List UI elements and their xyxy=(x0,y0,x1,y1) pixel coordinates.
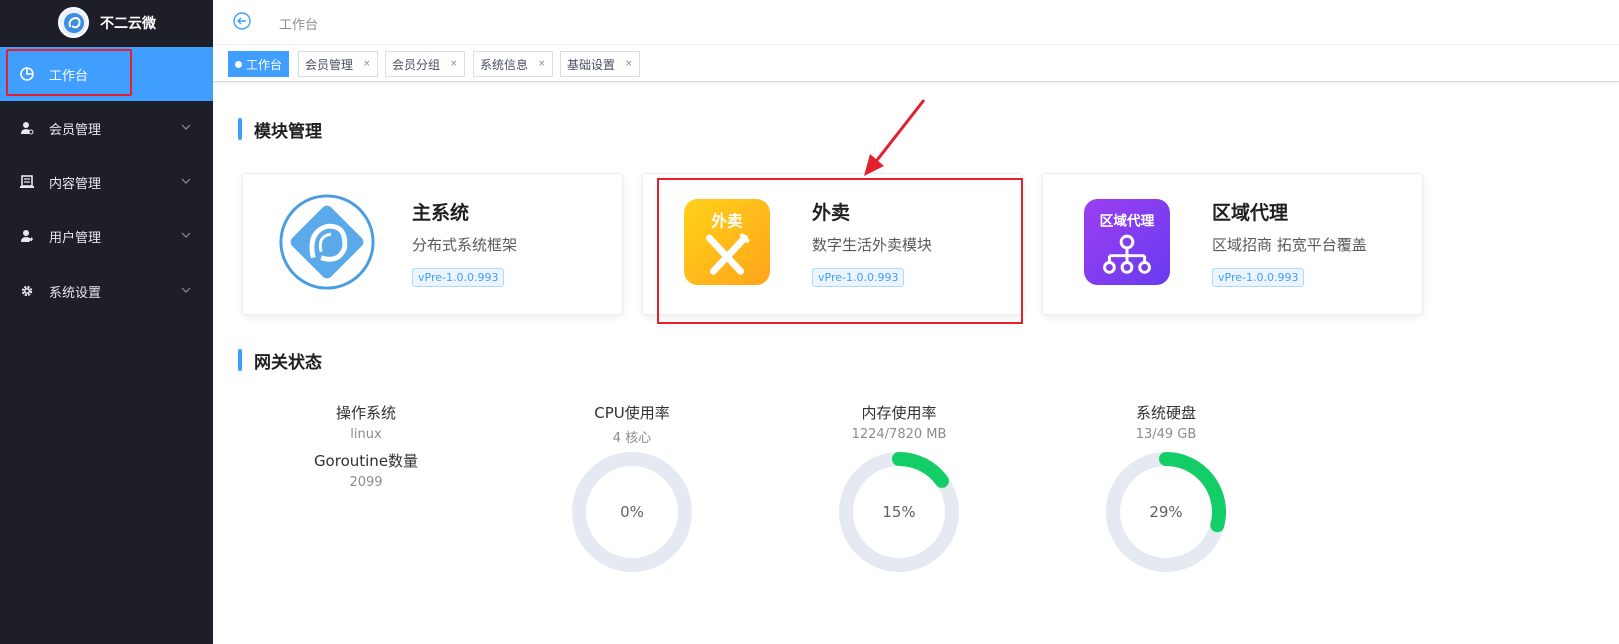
stat-value: linux xyxy=(350,427,382,442)
user-icon xyxy=(19,229,34,244)
sidebar-item-label: 工作台 xyxy=(49,68,89,84)
gauge-percent-label: 15% xyxy=(882,503,916,521)
module-description: 数字生活外卖模块 xyxy=(812,236,933,254)
stat-label: 系统硬盘 xyxy=(1135,404,1196,422)
sidebar-item-label: 系统设置 xyxy=(49,285,102,301)
title-accent-bar xyxy=(238,349,242,371)
tabs-bar: 工作台 会员管理 × 会员分组 × 系统信息 × 基础设置 × xyxy=(213,46,1619,82)
memory-gauge: 15% xyxy=(837,450,961,574)
sidebar-item-users[interactable]: 用户管理 xyxy=(0,209,213,263)
tab-label: 系统信息 xyxy=(480,57,529,72)
stat-label: 内存使用率 xyxy=(861,404,937,422)
sidebar-item-members[interactable]: 会员管理 xyxy=(0,101,213,155)
cpu-gauge: 0% xyxy=(570,450,694,574)
chevron-down-icon xyxy=(181,287,191,293)
tab-system-info[interactable]: 系统信息 × xyxy=(473,51,553,77)
module-description: 分布式系统框架 xyxy=(412,236,518,254)
module-card-main-system[interactable]: 主系统 分布式系统框架 vPre-1.0.0.993 xyxy=(242,173,623,315)
stat-value: 13/49 GB xyxy=(1135,427,1197,442)
sidebar-item-label: 内容管理 xyxy=(49,176,102,192)
takeaway-icon-text: 外卖 xyxy=(711,211,743,230)
stat-value: 2099 xyxy=(349,475,383,490)
module-name: 区域代理 xyxy=(1212,202,1289,224)
close-icon[interactable]: × xyxy=(625,59,633,69)
stat-value: 4 核心 xyxy=(612,431,652,446)
member-icon xyxy=(19,121,34,136)
chevron-down-icon xyxy=(181,178,191,184)
back-arrow-icon[interactable] xyxy=(233,12,251,30)
tab-label: 会员管理 xyxy=(305,57,354,72)
region-agent-icon-text: 区域代理 xyxy=(1100,212,1155,229)
app-name: 不二云微 xyxy=(100,15,156,32)
sidebar-item-dashboard[interactable]: 工作台 xyxy=(0,47,213,101)
module-version-tag: vPre-1.0.0.993 xyxy=(412,268,505,287)
sidebar: 不二云微 工作台 会员管理 内容管理 用户管理 系统设置 xyxy=(0,0,213,644)
disk-gauge: 29% xyxy=(1104,450,1228,574)
stat-value: 1224/7820 MB xyxy=(851,427,947,442)
active-dot-icon xyxy=(235,60,242,68)
sidebar-item-label: 会员管理 xyxy=(49,122,102,138)
sidebar-item-content[interactable]: 内容管理 xyxy=(0,155,213,209)
gauge-percent-label: 29% xyxy=(1149,503,1183,521)
top-header: 工作台 xyxy=(213,0,1619,45)
tab-dashboard[interactable]: 工作台 xyxy=(228,51,290,77)
close-icon[interactable]: × xyxy=(450,59,458,69)
cpu-stat: CPU使用率 4 核心 xyxy=(532,402,732,446)
breadcrumb: 工作台 xyxy=(279,18,319,33)
module-card-region-agent[interactable]: 区域代理 区域代理 区域招商 拓宽平台覆盖 vPre-1.0.0.993 xyxy=(1042,173,1423,315)
module-card-takeaway[interactable]: 外卖 外卖 数字生活外卖模块 vPre-1.0.0.993 xyxy=(642,173,1023,315)
goroutine-stat: Goroutine数量 2099 xyxy=(266,450,466,490)
module-description: 区域招商 拓宽平台覆盖 xyxy=(1212,236,1367,254)
module-version-tag: vPre-1.0.0.993 xyxy=(812,268,905,287)
tab-label: 会员分组 xyxy=(392,57,441,72)
tab-member-management[interactable]: 会员管理 × xyxy=(298,51,378,77)
close-icon[interactable]: × xyxy=(538,59,546,69)
sidebar-item-settings[interactable]: 系统设置 xyxy=(0,264,213,318)
close-icon[interactable]: × xyxy=(363,59,371,69)
module-name: 外卖 xyxy=(812,202,851,224)
gateway-section-title: 网关状态 xyxy=(238,349,322,373)
tab-member-groups[interactable]: 会员分组 × xyxy=(385,51,465,77)
content-icon xyxy=(19,175,34,190)
os-stat: 操作系统 linux xyxy=(266,402,466,442)
tab-label: 工作台 xyxy=(246,57,283,72)
region-agent-icon: 区域代理 xyxy=(1077,192,1177,292)
stat-label: CPU使用率 xyxy=(594,404,670,422)
module-name: 主系统 xyxy=(412,202,470,224)
module-version-tag: vPre-1.0.0.993 xyxy=(1212,268,1305,287)
tab-basic-settings[interactable]: 基础设置 × xyxy=(560,51,640,77)
gear-icon xyxy=(19,284,34,299)
logo-icon xyxy=(58,7,89,38)
disk-stat: 系统硬盘 13/49 GB xyxy=(1066,402,1266,442)
annotation-arrow-icon xyxy=(864,99,926,176)
main-system-logo-icon xyxy=(277,192,377,292)
memory-stat: 内存使用率 1224/7820 MB xyxy=(799,402,999,442)
gauge-percent-label: 0% xyxy=(620,503,644,521)
app-logo: 不二云微 xyxy=(0,0,213,45)
sidebar-item-label: 用户管理 xyxy=(49,230,102,246)
chevron-down-icon xyxy=(181,232,191,238)
tab-label: 基础设置 xyxy=(567,57,616,72)
stat-label: Goroutine数量 xyxy=(313,452,419,470)
stat-label: 操作系统 xyxy=(335,404,396,422)
chevron-down-icon xyxy=(181,124,191,130)
title-accent-bar xyxy=(238,118,242,140)
module-section-title: 模块管理 xyxy=(238,118,322,142)
takeaway-icon: 外卖 xyxy=(677,192,777,292)
dashboard-icon xyxy=(19,67,34,82)
